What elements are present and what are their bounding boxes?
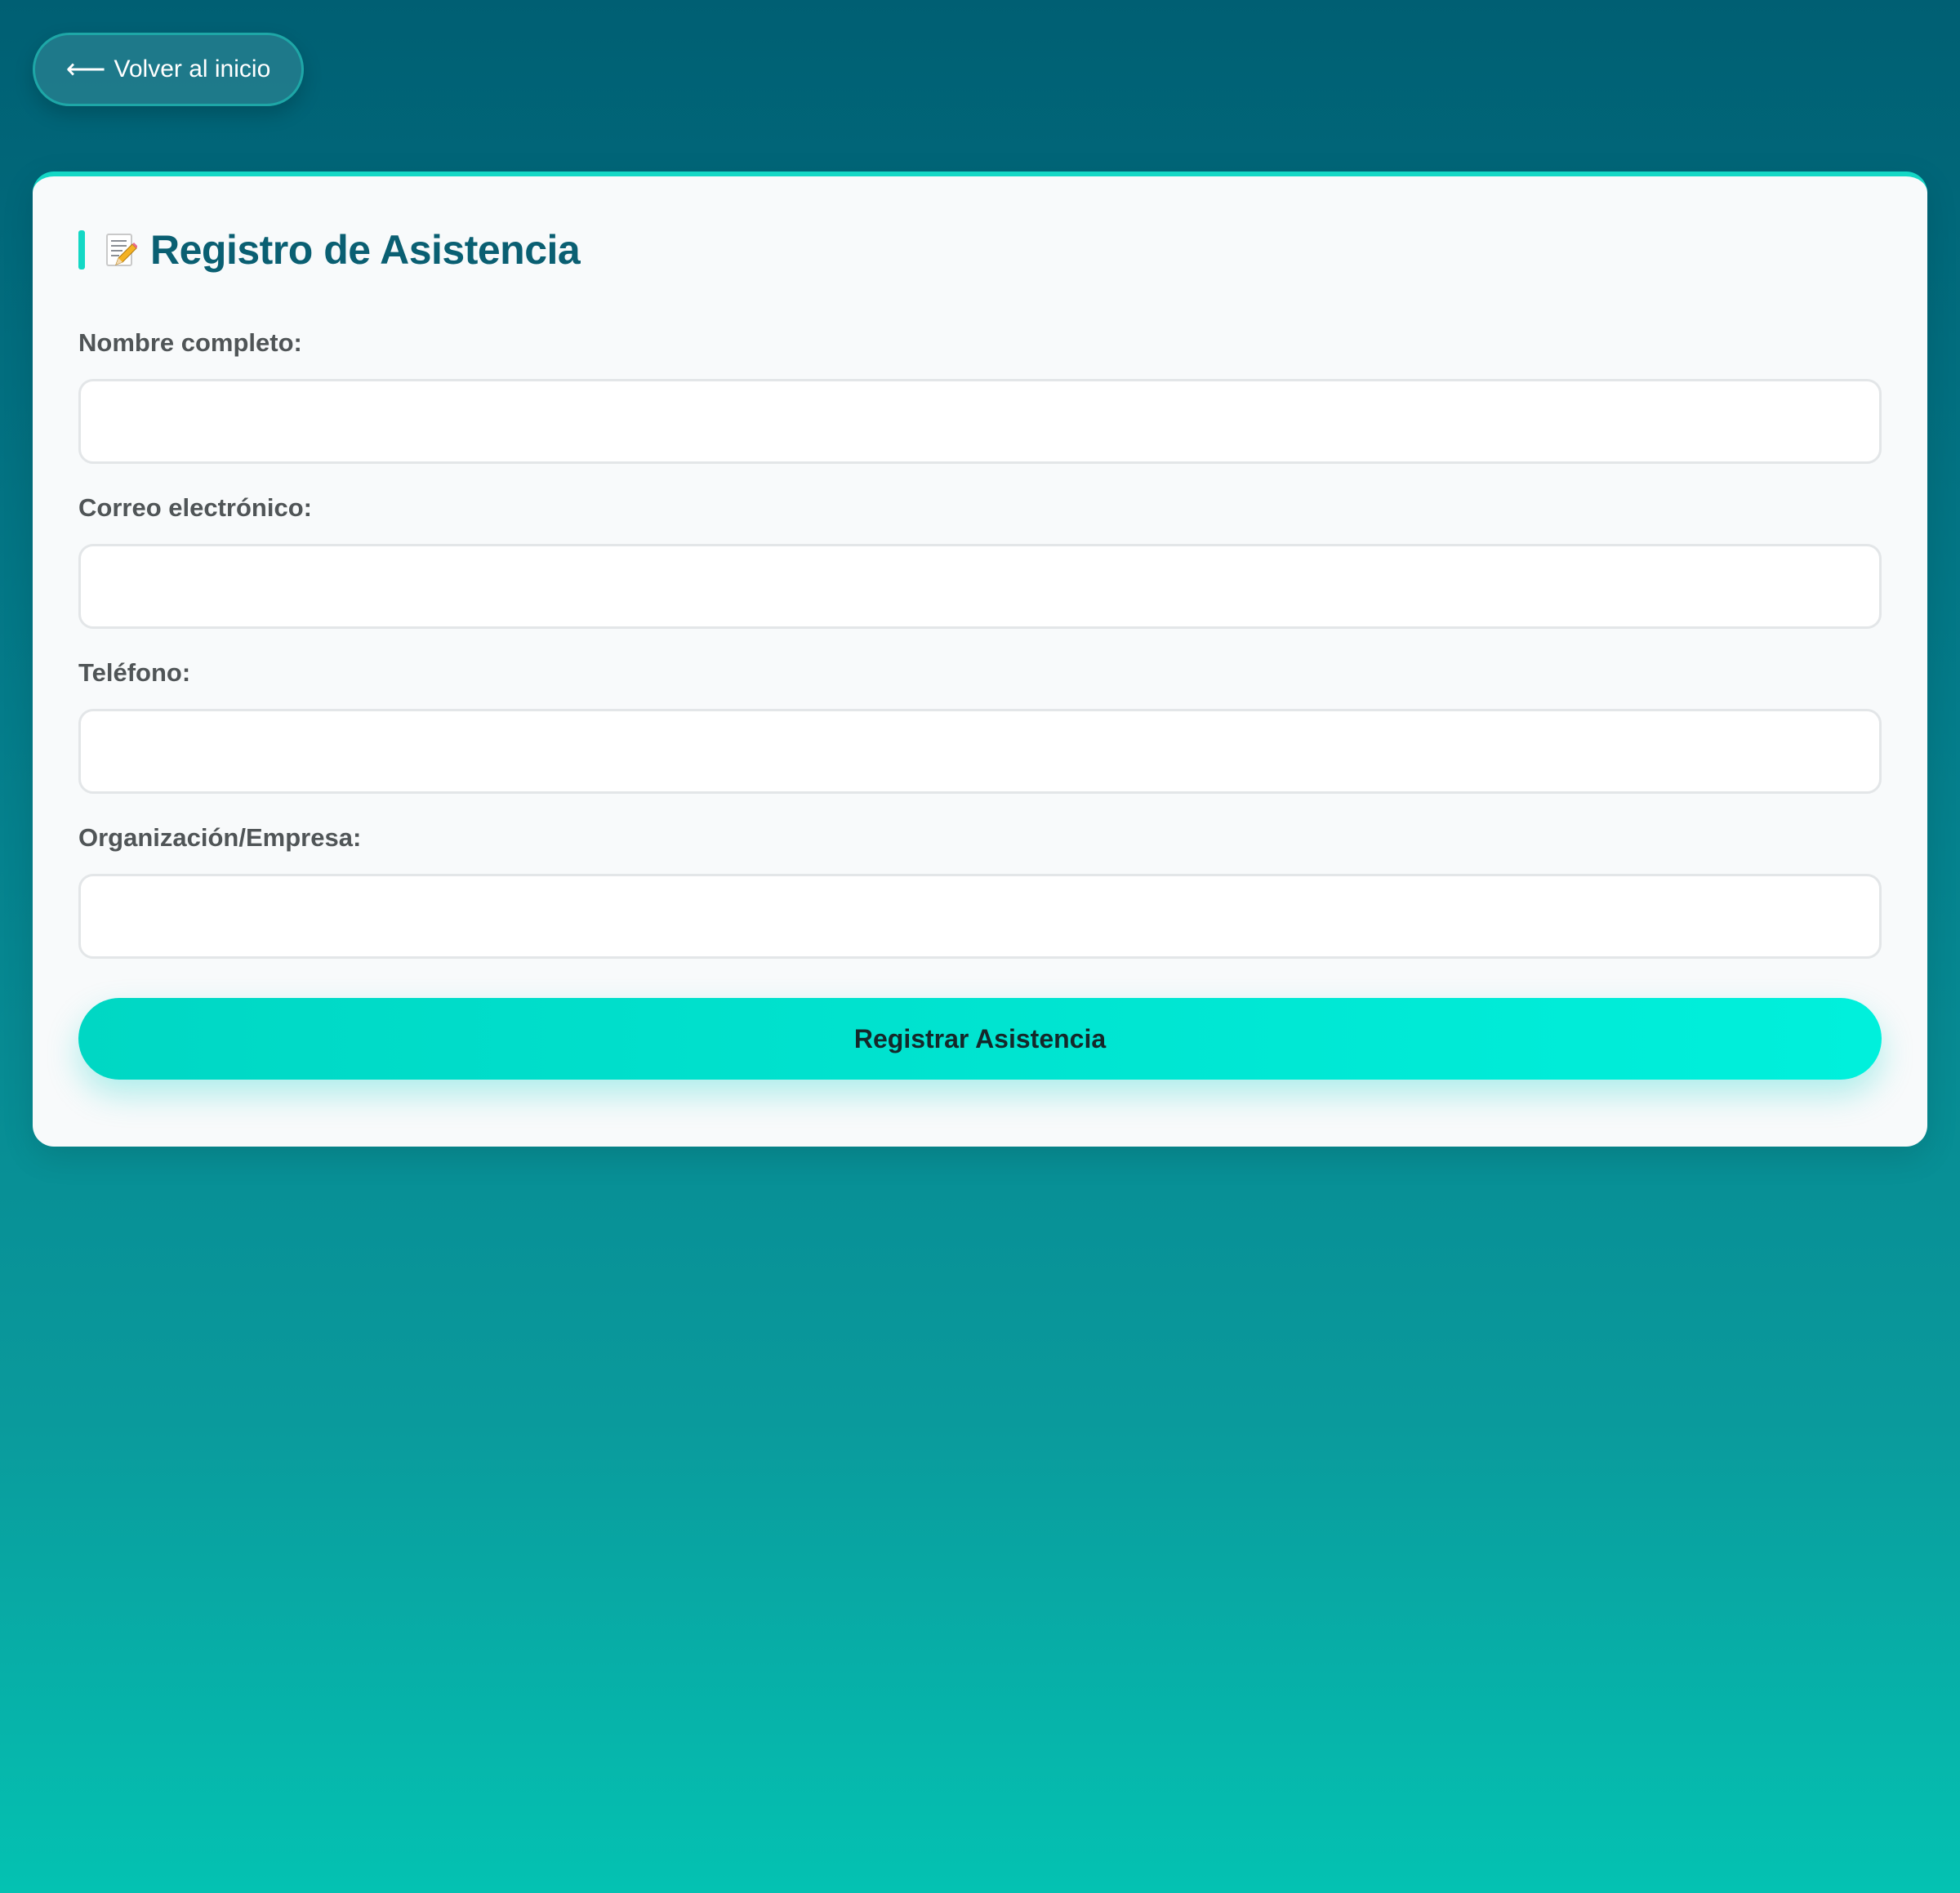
organization-input[interactable] (78, 874, 1882, 959)
full-name-label: Nombre completo: (78, 328, 302, 357)
full-name-input[interactable] (78, 379, 1882, 464)
organization-label: Organización/Empresa: (78, 823, 362, 852)
phone-input[interactable] (78, 709, 1882, 794)
register-attendance-button[interactable]: Registrar Asistencia (78, 998, 1882, 1080)
arrow-left-icon: ⟵ (65, 54, 106, 85)
form-heading: Registro de Asistencia (78, 227, 581, 273)
phone-label: Teléfono: (78, 658, 191, 687)
email-input[interactable] (78, 544, 1882, 629)
back-button-label: Volver al inicio (114, 56, 271, 82)
memo-icon (106, 234, 137, 266)
page-title: Registro de Asistencia (150, 227, 581, 273)
title-accent-bar (78, 230, 85, 269)
back-to-home-button[interactable]: ⟵ Volver al inicio (33, 33, 304, 106)
email-label: Correo electrónico: (78, 493, 312, 522)
registration-card: Registro de Asistencia Nombre completo: … (33, 171, 1927, 1147)
